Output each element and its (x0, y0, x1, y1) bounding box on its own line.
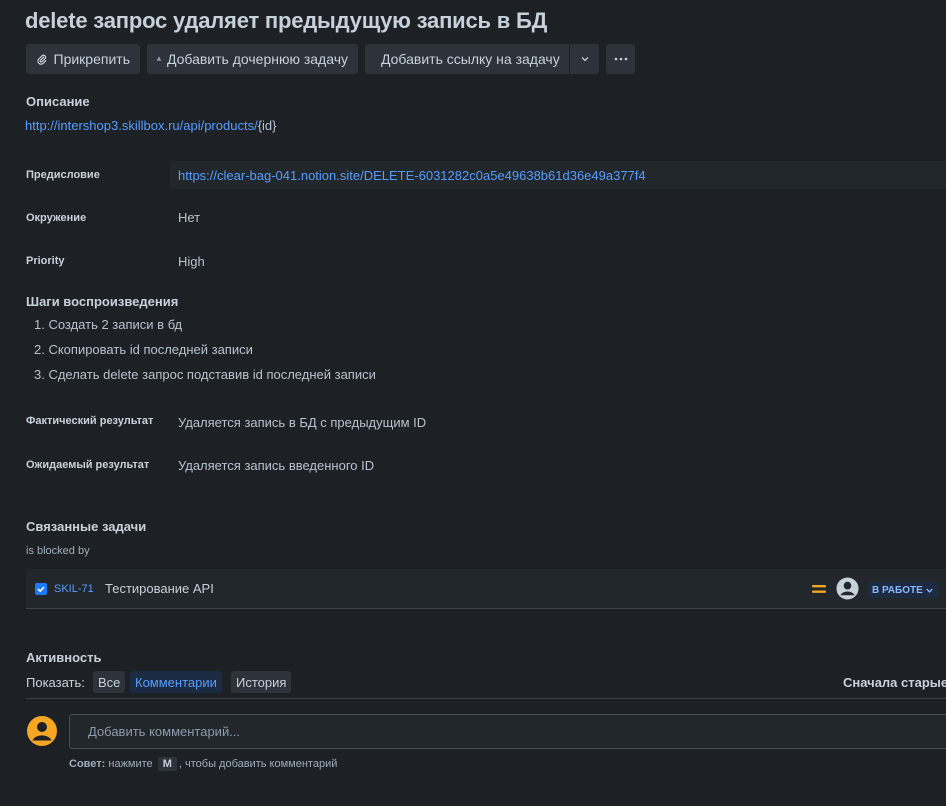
step-item: 3. Сделать delete запрос подставив id по… (34, 367, 376, 382)
actual-result-value[interactable]: Удаляется запись в БД с предыдущим ID (178, 415, 426, 430)
activity-heading: Активность (26, 650, 102, 665)
environment-value[interactable]: Нет (178, 210, 200, 225)
status-lozenge[interactable]: В РАБОТЕ (868, 582, 938, 598)
tip-pre: нажмите (108, 758, 153, 770)
child-issues-icon (157, 57, 161, 61)
priority-label: Priority (26, 255, 65, 267)
description-url-link[interactable]: http://intershop3.skillbox.ru/api/produc… (25, 118, 258, 133)
add-child-issue-label: Добавить дочернюю задачу (166, 51, 348, 67)
tab-comments[interactable]: Комментарии (130, 671, 222, 693)
issue-title: delete запрос удаляет предыдущую запись … (25, 8, 548, 33)
steps-heading: Шаги воспроизведения (26, 294, 179, 309)
linked-issue-row[interactable]: SKIL-71 Тестирование API В РАБОТЕ (26, 569, 946, 609)
description-url-suffix: {id} (257, 118, 277, 133)
user-avatar-icon (27, 716, 57, 746)
show-label: Показать: (26, 675, 85, 690)
status-label: В РАБОТЕ (872, 584, 923, 596)
expected-result-value[interactable]: Удаляется запись введенного ID (178, 458, 374, 473)
step-item: 1. Создать 2 записи в бд (34, 317, 183, 332)
attach-label: Прикрепить (53, 51, 130, 67)
environment-label: Окружение (26, 212, 87, 224)
add-link-label: Добавить ссылку на задачу (381, 51, 560, 67)
link-relation-label: is blocked by (26, 545, 90, 557)
tab-history[interactable]: История (231, 671, 292, 693)
task-type-icon (35, 583, 47, 595)
linked-issue-summary: Тестирование API (105, 581, 214, 596)
description-heading: Описание (26, 94, 90, 109)
tip-prefix: Совет: (69, 758, 106, 770)
comment-input[interactable] (70, 715, 946, 748)
activity-divider (26, 698, 946, 699)
description-body: http://intershop3.skillbox.ru/api/produc… (25, 118, 277, 133)
paperclip-icon (37, 54, 47, 65)
linked-issues-heading: Связанные задачи (26, 519, 147, 534)
priority-value[interactable]: High (178, 254, 205, 269)
sort-order-button[interactable]: Сначала старые (843, 675, 946, 690)
add-link-button[interactable]: Добавить ссылку на задачу (365, 44, 569, 74)
attach-button[interactable]: Прикрепить (26, 44, 140, 74)
chevron-down-icon (926, 588, 933, 593)
priority-medium-icon (812, 585, 826, 593)
chevron-down-icon (581, 57, 588, 62)
expected-result-label: Ожидаемый результат (26, 459, 150, 471)
comment-tip: Совет: нажмите M, чтобы добавить коммент… (69, 757, 337, 771)
add-link-dropdown-button[interactable] (570, 44, 599, 74)
comment-box[interactable] (69, 714, 946, 749)
linked-issue-key[interactable]: SKIL-71 (54, 583, 94, 595)
actual-result-label: Фактический результат (26, 415, 154, 427)
tip-shortcut-key: M (157, 757, 177, 771)
tip-post: , чтобы добавить комментарий (178, 758, 338, 770)
step-item: 2. Скопировать id последней записи (34, 342, 253, 357)
more-actions-button[interactable] (606, 44, 635, 74)
preface-label: Предисловие (26, 169, 100, 181)
more-icon (614, 57, 627, 61)
preface-link[interactable]: https://clear-bag-041.notion.site/DELETE… (178, 168, 646, 183)
add-child-issue-button[interactable]: Добавить дочернюю задачу (147, 44, 358, 74)
assignee-avatar-icon[interactable] (836, 577, 859, 600)
tab-all[interactable]: Все (93, 671, 126, 693)
